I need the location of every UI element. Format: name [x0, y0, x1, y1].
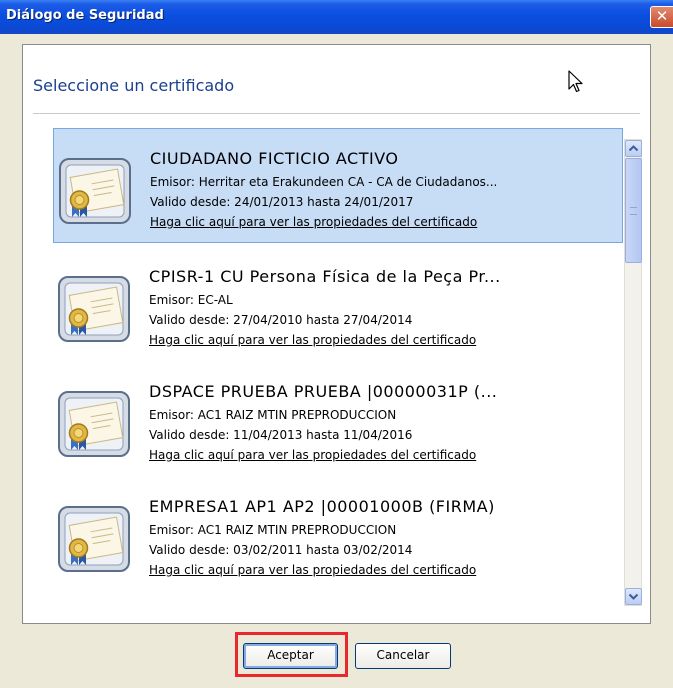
certificate-icon — [59, 158, 131, 224]
certificate-validity: Valido desde: 11/04/2013 hasta 11/04/201… — [149, 428, 413, 442]
accept-button[interactable]: Aceptar — [243, 643, 338, 669]
certificate-issuer: Emisor: AC1 RAIZ MTIN PREPRODUCCION — [149, 408, 397, 422]
certificate-item[interactable]: EMPRESA1 AP1 AP2 |00001000B (FIRMA) Emis… — [53, 477, 623, 592]
certificate-item[interactable]: CPISR-1 CU Persona Física de la Peça Pr.… — [53, 247, 623, 362]
title-bar: Diálogo de Seguridad ✕ — [0, 0, 673, 34]
certificate-list: CIUDADANO FICTICIO ACTIVO Emisor: Herrit… — [53, 128, 623, 601]
certificate-item[interactable]: DSPACE PRUEBA PRUEBA |00000031P (... Emi… — [53, 362, 623, 477]
scroll-grip — [630, 207, 637, 215]
heading-separator — [33, 113, 640, 114]
list-scrollbar[interactable] — [624, 139, 642, 606]
chevron-up-icon — [628, 145, 639, 152]
certificate-issuer: Emisor: AC1 RAIZ MTIN PREPRODUCCION — [149, 523, 397, 537]
certificate-validity: Valido desde: 03/02/2011 hasta 03/02/201… — [149, 543, 413, 557]
close-icon[interactable]: ✕ — [650, 6, 673, 28]
chevron-down-icon — [628, 593, 639, 600]
scroll-down-button[interactable] — [625, 588, 642, 605]
certificate-validity: Valido desde: 24/01/2013 hasta 24/01/201… — [150, 195, 414, 209]
certificate-item[interactable]: CIUDADANO FICTICIO ACTIVO Emisor: Herrit… — [53, 128, 623, 243]
mouse-cursor-icon — [568, 70, 583, 93]
certificate-icon — [58, 276, 130, 342]
scroll-thumb[interactable] — [625, 158, 642, 263]
certificate-properties-link[interactable]: Haga clic aquí para ver las propiedades … — [149, 563, 476, 577]
certificate-icon — [58, 506, 130, 572]
scroll-up-button[interactable] — [625, 140, 642, 157]
certificate-name: CIUDADANO FICTICIO ACTIVO — [150, 149, 399, 168]
certificate-name: DSPACE PRUEBA PRUEBA |00000031P (... — [149, 382, 498, 401]
certificate-issuer: Emisor: Herritar eta Erakundeen CA - CA … — [150, 175, 498, 189]
certificate-name: CPISR-1 CU Persona Física de la Peça Pr.… — [149, 267, 501, 286]
certificate-properties-link[interactable]: Haga clic aquí para ver las propiedades … — [150, 215, 477, 229]
certificate-properties-link[interactable]: Haga clic aquí para ver las propiedades … — [149, 448, 476, 462]
panel-heading: Seleccione un certificado — [33, 76, 235, 95]
certificate-name: EMPRESA1 AP1 AP2 |00001000B (FIRMA) — [149, 497, 495, 516]
certificate-validity: Valido desde: 27/04/2010 hasta 27/04/201… — [149, 313, 413, 327]
certificate-icon — [58, 391, 130, 457]
certificate-panel: Seleccione un certificado CIUDADANO FICT — [22, 44, 651, 624]
cancel-button[interactable]: Cancelar — [355, 643, 451, 669]
certificate-properties-link[interactable]: Haga clic aquí para ver las propiedades … — [149, 333, 476, 347]
window-title: Diálogo de Seguridad — [6, 8, 164, 23]
certificate-issuer: Emisor: EC-AL — [149, 293, 233, 307]
